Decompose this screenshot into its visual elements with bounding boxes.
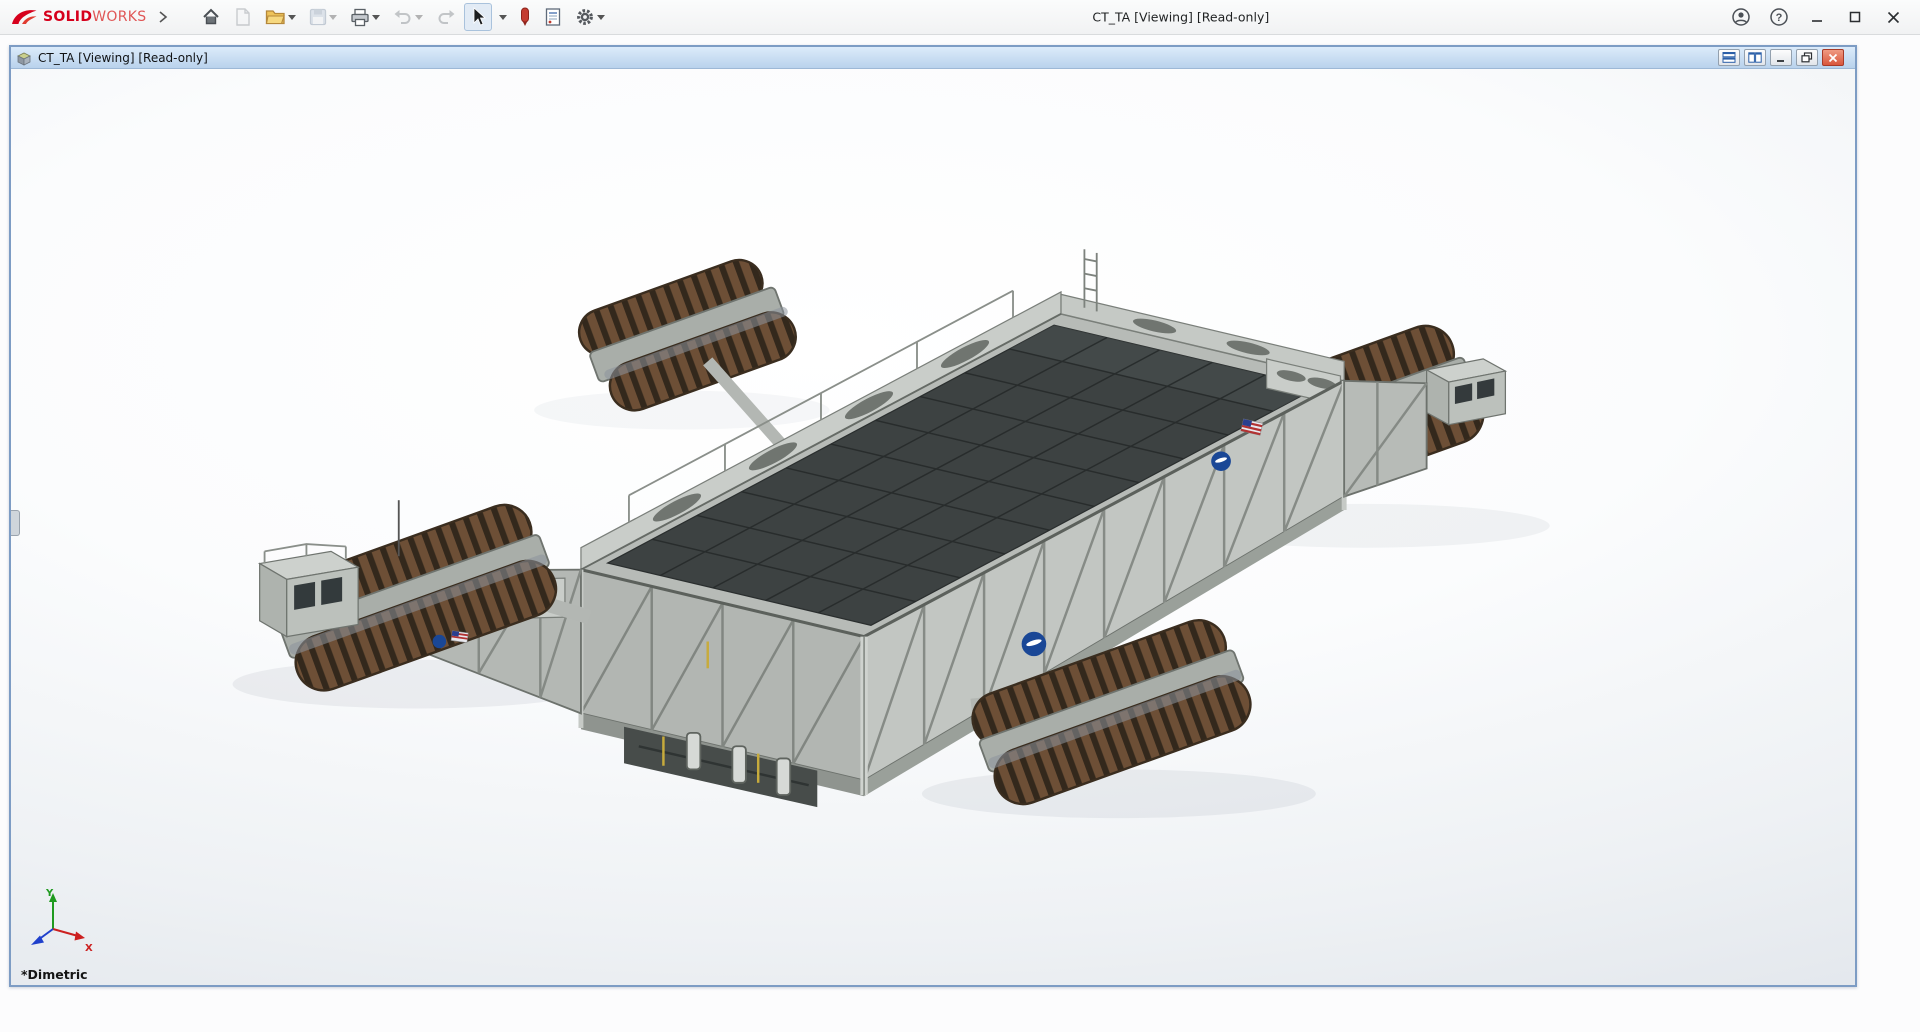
track-assembly-rear-left (577, 258, 797, 412)
restore-icon (1801, 52, 1813, 63)
options-button[interactable] (570, 3, 610, 31)
right-operator-cab (1424, 358, 1508, 426)
file-properties-button[interactable] (539, 3, 567, 31)
viewport-edge-handle[interactable] (11, 510, 20, 536)
document-window: CT_TA [Viewing] [Read-only] Y X *Dimetri… (9, 45, 1857, 987)
account-button[interactable] (1724, 3, 1758, 31)
tile-top-bottom-icon (1722, 52, 1736, 63)
us-flag (450, 630, 469, 643)
home-icon (203, 8, 220, 25)
triad-y-label: Y (45, 888, 54, 899)
solidworks-logo: SOLIDWORKS (10, 7, 146, 27)
orientation-triad: Y X (31, 888, 93, 954)
print-icon (351, 8, 370, 26)
home-button[interactable] (196, 3, 226, 31)
print-button[interactable] (345, 4, 385, 31)
solidworks-app: SOLIDWORKS CT_TA [Viewing] [Read-only] ?… (0, 0, 1920, 1032)
app-minimize-button[interactable] (1800, 3, 1834, 31)
brand-solid: SOLID (43, 9, 93, 25)
close-icon (1828, 53, 1838, 62)
tile-side-by-side-button[interactable] (1744, 49, 1766, 66)
doc-restore-button[interactable] (1796, 49, 1818, 66)
triad-x-label: X (85, 943, 93, 954)
solidworks-document-icon (17, 52, 31, 66)
maximize-icon (1849, 11, 1861, 23)
brand-name: SOLIDWORKS (43, 9, 146, 25)
client-area: CT_TA [Viewing] [Read-only] Y X *Dimetri… (0, 35, 1920, 1032)
select-button[interactable] (464, 3, 493, 31)
caret-down-icon (329, 14, 338, 20)
new-document-button[interactable] (229, 3, 257, 31)
minimize-icon (1777, 59, 1784, 62)
app-maximize-button[interactable] (1838, 3, 1872, 31)
touch-pen-button[interactable] (514, 3, 536, 31)
expand-arrow-icon[interactable] (158, 11, 168, 23)
select-cursor-icon (474, 7, 487, 26)
app-close-button[interactable] (1876, 3, 1910, 31)
save-icon (310, 8, 327, 26)
help-icon: ? (1770, 8, 1788, 26)
close-icon (1887, 11, 1899, 23)
caret-down-icon (372, 14, 381, 20)
graphics-viewport[interactable]: Y X *Dimetric (11, 69, 1855, 985)
redo-button[interactable] (431, 4, 461, 30)
document-title: CT_TA [Viewing] [Read-only] (38, 50, 208, 65)
ds-logo-icon (12, 10, 37, 24)
file-properties-icon (546, 8, 561, 26)
tile-side-by-side-icon (1748, 52, 1762, 63)
document-window-controls (1718, 49, 1850, 66)
main-toolbar (196, 3, 610, 31)
app-window-controls: ? (1724, 3, 1910, 31)
options-gear-icon (577, 9, 594, 25)
document-titlebar[interactable]: CT_TA [Viewing] [Read-only] (11, 47, 1855, 69)
minimize-icon (1812, 20, 1822, 22)
tile-top-bottom-button[interactable] (1718, 49, 1740, 66)
caret-down-icon (288, 14, 297, 20)
caret-down-icon[interactable] (499, 14, 508, 20)
app-titlebar: SOLIDWORKS CT_TA [Viewing] [Read-only] ? (0, 0, 1920, 35)
view-orientation-label: *Dimetric (21, 967, 88, 982)
caret-down-icon (597, 14, 606, 20)
nasa-logo (1211, 451, 1231, 471)
save-button[interactable] (304, 4, 342, 30)
caret-down-icon (415, 14, 424, 20)
brand-works: WORKS (92, 9, 147, 25)
new-document-icon (236, 8, 251, 26)
touch-pen-icon (521, 7, 530, 26)
doc-close-button[interactable] (1822, 49, 1844, 66)
redo-icon (438, 10, 455, 24)
undo-button[interactable] (388, 4, 428, 30)
open-folder-icon (266, 10, 286, 25)
open-button[interactable] (260, 4, 301, 30)
undo-icon (394, 10, 411, 24)
nasa-logo (1021, 631, 1047, 657)
crawler-transporter-model (232, 249, 1550, 819)
svg-text:?: ? (1776, 12, 1783, 24)
nasa-logo (432, 634, 447, 649)
app-title: CT_TA [Viewing] [Read-only] (1092, 9, 1270, 25)
help-button[interactable]: ? (1762, 3, 1796, 31)
doc-minimize-button[interactable] (1770, 49, 1792, 66)
account-icon (1732, 8, 1750, 26)
